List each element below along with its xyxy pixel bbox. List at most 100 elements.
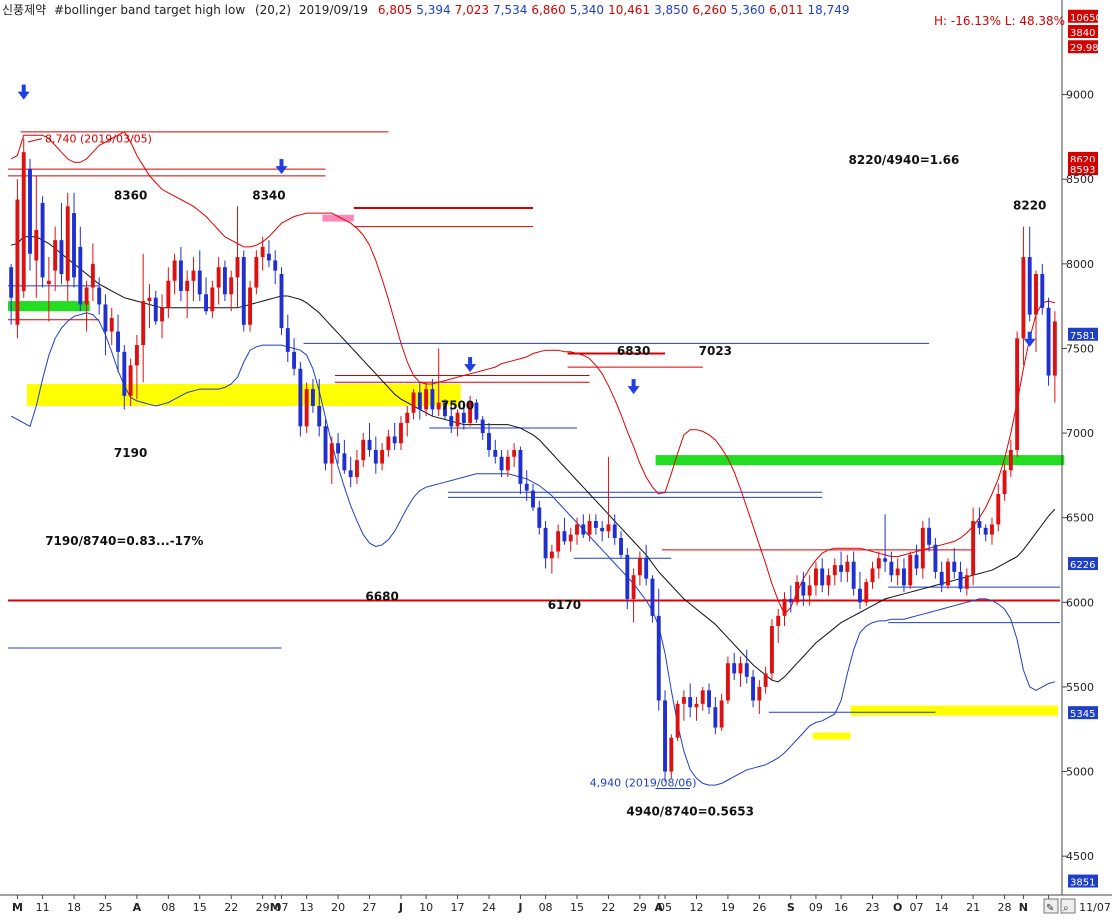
x-tick-label: 08 bbox=[539, 901, 553, 914]
candle-body bbox=[355, 460, 359, 478]
candle-body bbox=[889, 561, 894, 576]
candle-body bbox=[122, 351, 127, 396]
y-tick-label: 6500 bbox=[1066, 512, 1094, 525]
candle-body bbox=[90, 263, 95, 288]
candle-body bbox=[719, 700, 724, 728]
candle-1 bbox=[15, 179, 20, 339]
y-tick-label: 4500 bbox=[1066, 850, 1094, 863]
candle-body bbox=[518, 450, 523, 484]
magnifier-icon: ⌕ bbox=[1063, 903, 1069, 914]
arrow-shaft bbox=[631, 379, 636, 388]
candle-body bbox=[883, 558, 888, 562]
candle-body bbox=[1034, 274, 1038, 315]
candle-body bbox=[801, 582, 806, 596]
price-tag-text: 10650 bbox=[1070, 13, 1102, 24]
candle-body bbox=[292, 351, 297, 369]
candle-165 bbox=[1046, 297, 1051, 386]
indicator-name: #bollinger band target high low bbox=[54, 3, 245, 17]
candle-body bbox=[241, 257, 246, 325]
candle-body bbox=[285, 328, 290, 352]
candle-body bbox=[895, 568, 900, 576]
candle-body bbox=[813, 568, 818, 586]
arrow-shaft bbox=[1027, 331, 1032, 340]
candle-body bbox=[769, 626, 774, 674]
x-tick-label: 11 bbox=[36, 901, 50, 914]
candle-body bbox=[103, 304, 108, 332]
candle-body bbox=[499, 456, 504, 471]
candle-body bbox=[990, 524, 994, 535]
candle-body bbox=[216, 267, 221, 288]
x-tick-label: 15 bbox=[193, 901, 207, 914]
annotation-2: 7500 bbox=[441, 398, 474, 412]
candlestick-chart: 8360 8340 7500 7190 6680 7190/8740=0.83...-17… bbox=[0, 0, 1112, 917]
candle-104 bbox=[663, 690, 667, 782]
candle-body bbox=[631, 575, 636, 599]
candle-body bbox=[537, 507, 542, 528]
candle-body bbox=[1027, 257, 1032, 315]
candle-body bbox=[474, 402, 479, 420]
candle-body bbox=[587, 521, 592, 535]
candle-body bbox=[505, 456, 510, 471]
x-tick-label: 27 bbox=[363, 901, 377, 914]
price-tag-text: 3840 bbox=[1070, 28, 1095, 39]
candle-body bbox=[832, 565, 837, 576]
candle-body bbox=[688, 697, 693, 708]
candle-body bbox=[128, 365, 133, 396]
x-tick-label: 09 bbox=[809, 901, 823, 914]
annotation-5: 7190/8740=0.83...-17% bbox=[45, 534, 203, 548]
price-tag-text: 5345 bbox=[1070, 709, 1095, 720]
x-tick-label: 14 bbox=[935, 901, 949, 914]
candle-body bbox=[373, 450, 378, 464]
candle-body bbox=[348, 470, 353, 478]
candle-body bbox=[141, 301, 146, 346]
candle-body bbox=[160, 307, 164, 322]
x-tick-label: 29 bbox=[633, 901, 647, 914]
chart-header: 신풍제약 #bollinger band target high low (20… bbox=[2, 2, 850, 17]
x-tick-label: 10 bbox=[419, 901, 433, 914]
candle-body bbox=[323, 426, 328, 464]
candle-body bbox=[329, 443, 334, 464]
candle-body bbox=[166, 280, 171, 308]
x-tick-label: 28 bbox=[998, 901, 1012, 914]
candle-body bbox=[524, 483, 529, 491]
candle-102 bbox=[650, 575, 655, 623]
candle-body bbox=[650, 578, 655, 616]
candle-body bbox=[78, 246, 83, 305]
price-tag-text: 3851 bbox=[1070, 878, 1095, 889]
candle-body bbox=[612, 524, 617, 538]
candle-body bbox=[656, 615, 661, 701]
candle-body bbox=[449, 416, 454, 427]
candle-body bbox=[914, 554, 919, 569]
candle-body bbox=[493, 450, 498, 457]
candle-body bbox=[593, 521, 598, 528]
candle-body bbox=[864, 582, 869, 603]
price-tag-4: 8593 bbox=[1068, 162, 1098, 176]
candle-43 bbox=[279, 267, 284, 335]
x-tick-label: 24 bbox=[482, 901, 496, 914]
chart-window: 8360 8340 7500 7190 6680 7190/8740=0.83...-17… bbox=[0, 0, 1112, 917]
zone-3 bbox=[850, 705, 1058, 716]
candle-body bbox=[902, 568, 906, 586]
x-tick-label: 17 bbox=[451, 901, 465, 914]
header-value-6: 10,461 bbox=[608, 3, 650, 17]
x-tick-label: 20 bbox=[331, 901, 345, 914]
y-tick-label: 8000 bbox=[1066, 258, 1094, 271]
candle-body bbox=[983, 527, 988, 535]
candle-body bbox=[857, 588, 862, 603]
x-tick-label: N bbox=[1019, 901, 1028, 914]
candle-body bbox=[59, 240, 64, 274]
candle-body bbox=[380, 450, 385, 464]
pencil-icon: ✎ bbox=[1046, 903, 1054, 914]
candle-body bbox=[908, 554, 913, 586]
candle-body bbox=[65, 206, 70, 281]
candle-body bbox=[952, 561, 957, 572]
candle-121 bbox=[769, 619, 774, 681]
candle-body bbox=[820, 568, 825, 586]
x-tick-label: J bbox=[398, 901, 403, 914]
candle-body bbox=[531, 490, 535, 508]
candle-body bbox=[310, 389, 315, 406]
annotation-7: 7023 bbox=[699, 344, 732, 358]
candle-body bbox=[669, 737, 674, 772]
candle-body bbox=[34, 230, 39, 261]
candle-body bbox=[248, 287, 253, 325]
